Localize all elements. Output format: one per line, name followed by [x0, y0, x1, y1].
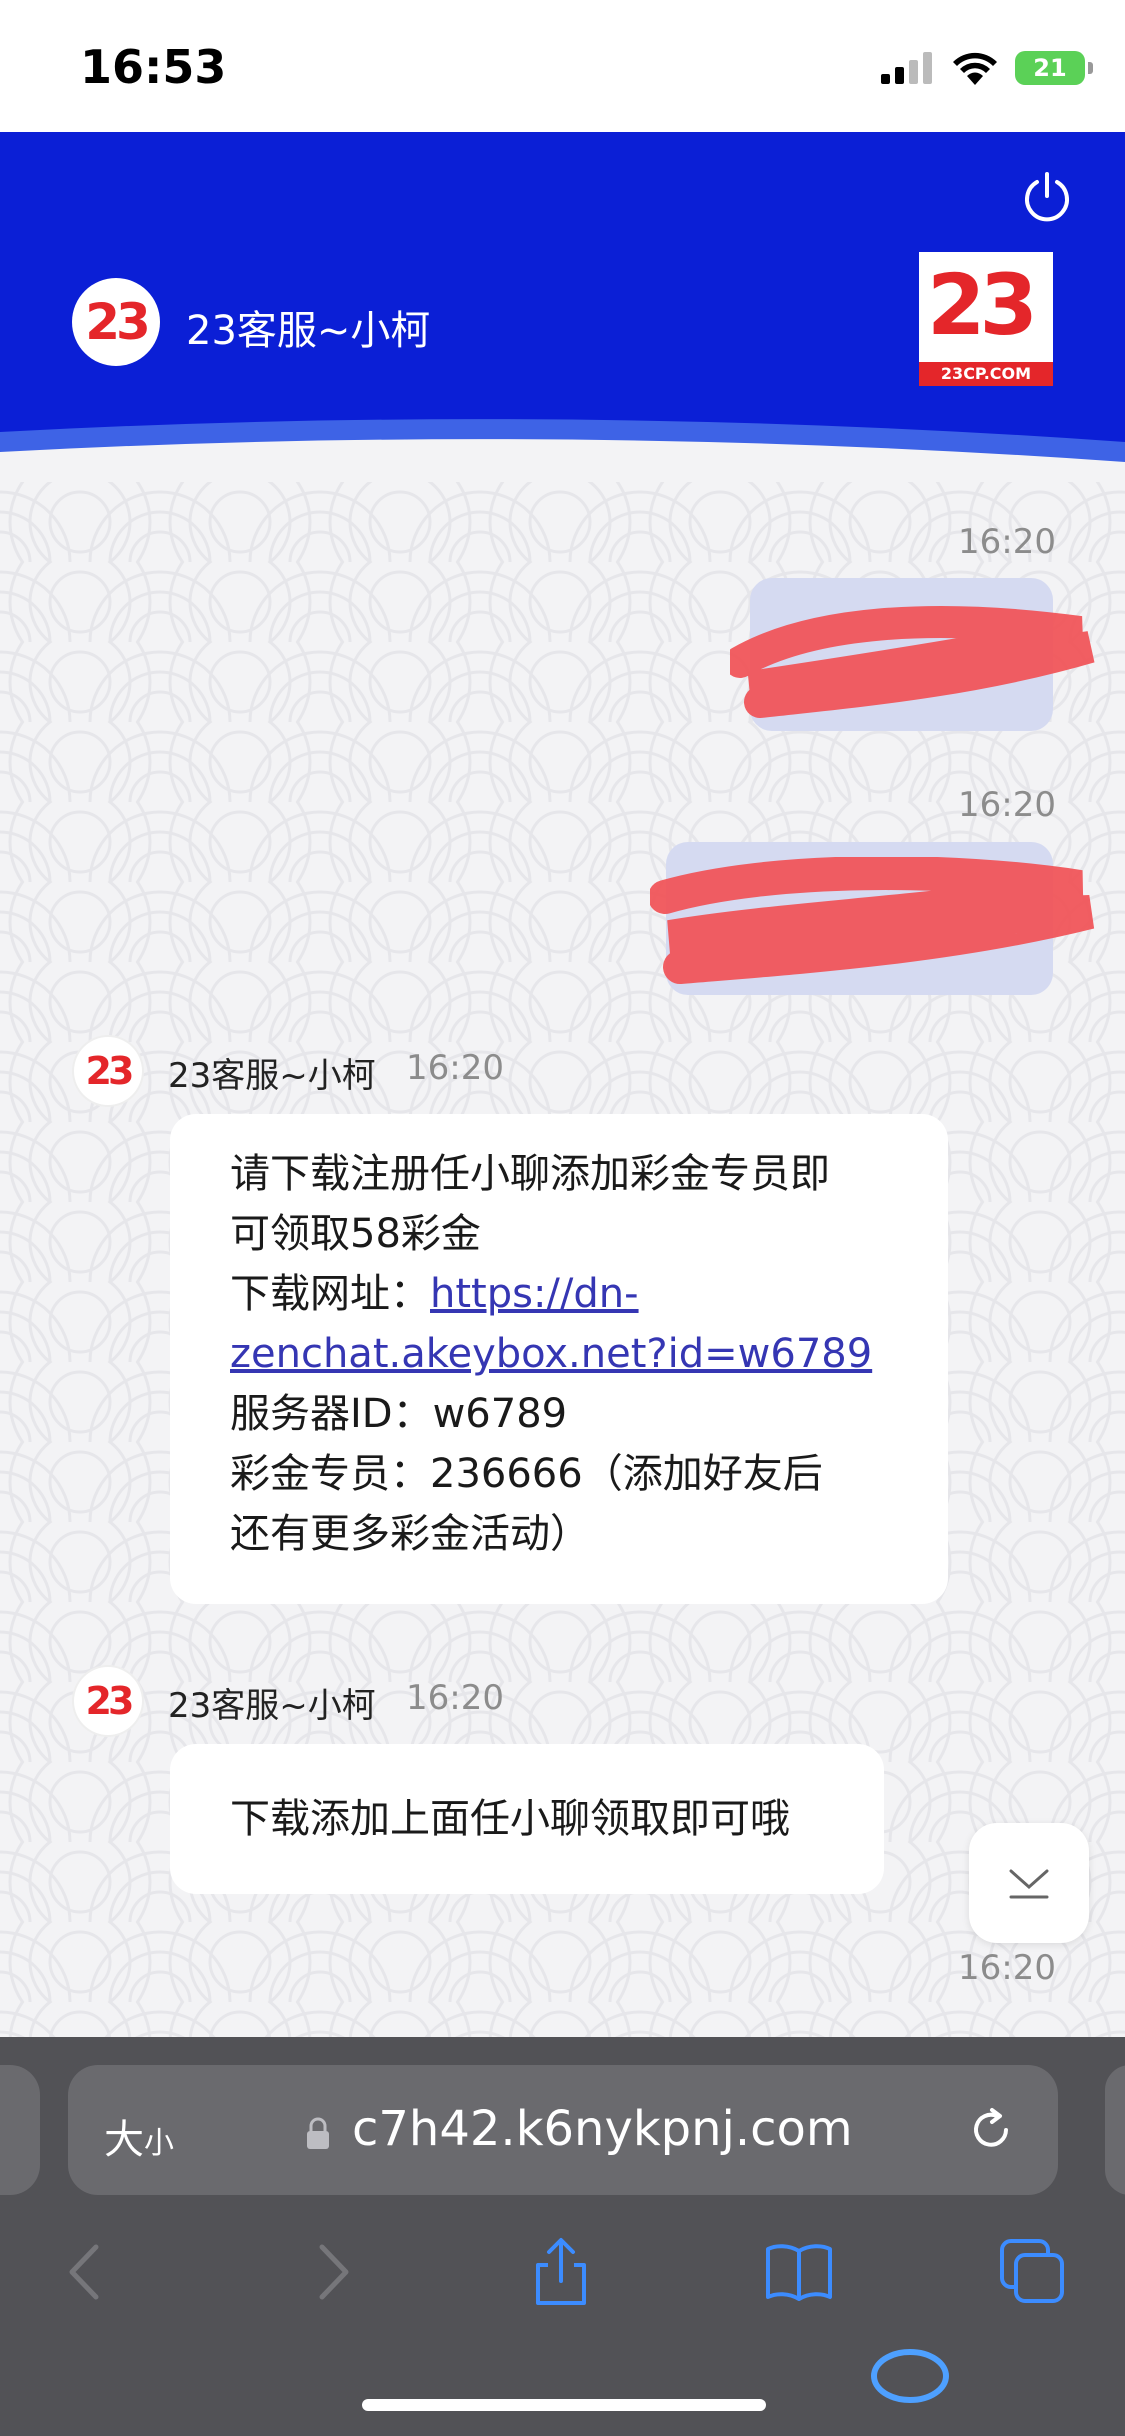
download-label: 下载网址： [230, 1271, 430, 1317]
avatar-logo-text: 23 [85, 1679, 135, 1723]
message-line: 可领取58彩金 [230, 1211, 481, 1257]
cellular-signal-icon [881, 52, 932, 84]
status-bar: 16:53 21 [0, 0, 1125, 132]
text-size-small: 小 [144, 2126, 174, 2161]
message-line: 服务器ID：w6789 [230, 1391, 568, 1437]
message-line: 还有更多彩金活动） [230, 1511, 590, 1557]
next-tab-edge[interactable] [1105, 2065, 1125, 2195]
message-line: 请下载注册任小聊添加彩金专员即 [230, 1151, 830, 1197]
watermark-logo [870, 2338, 1110, 2408]
previous-tab-edge[interactable] [0, 2065, 40, 2195]
status-time: 16:53 [80, 40, 227, 94]
incoming-message-bubble[interactable]: 请下载注册任小聊添加彩金专员即 可领取58彩金 下载网址：https://dn-… [170, 1114, 948, 1604]
power-icon[interactable] [1019, 168, 1075, 224]
chat-area[interactable]: 16:20 16:20 23 23客服~小柯 16:20 请下载注册任小聊添加彩… [0, 482, 1125, 2037]
message-time: 16:20 [958, 522, 1056, 562]
battery-level: 21 [1033, 54, 1067, 82]
avatar-logo-text: 23 [85, 293, 151, 351]
sender-name: 23客服~小柯 [168, 1056, 376, 1096]
message-text: 下载添加上面任小聊领取即可哦 [230, 1796, 790, 1842]
status-icons: 21 [881, 48, 1093, 88]
agent-avatar: 23 [72, 278, 160, 366]
redaction-scribble [650, 857, 1095, 984]
message-line: zenchat.akeybox.net?id=w6789 [230, 1324, 872, 1384]
header-wave [0, 419, 1125, 482]
chevron-down-icon [1009, 1869, 1049, 1899]
sender-name: 23客服~小柯 [168, 1686, 376, 1726]
message-time: 16:20 [406, 1048, 504, 1088]
brand-logo-domain: 23CP.COM [919, 362, 1053, 386]
wifi-icon [953, 52, 997, 85]
brand-logo-number: 23 [927, 256, 1038, 354]
message-time: 16:20 [406, 1678, 504, 1718]
agent-avatar: 23 [74, 1667, 142, 1735]
url-text[interactable]: c7h42.k6nykpnj.com [352, 2101, 853, 2157]
agent-avatar: 23 [74, 1037, 142, 1105]
text-size-button[interactable]: 大小 [104, 2107, 174, 2165]
text-size-big: 大 [104, 2117, 144, 2163]
message-time: 16:20 [958, 785, 1056, 825]
forward-icon[interactable] [296, 2237, 366, 2307]
battery-icon: 21 [1015, 51, 1093, 85]
home-indicator [362, 2399, 766, 2411]
redaction-scribble [730, 606, 1095, 718]
message-text: 请下载注册任小聊添加彩金专员即 可领取58彩金 下载网址：https://dn-… [230, 1144, 872, 1564]
share-icon[interactable] [526, 2237, 596, 2307]
brand-logo: 23 23CP.COM [919, 252, 1053, 386]
bookmarks-icon[interactable] [764, 2237, 834, 2307]
tabs-icon[interactable] [998, 2237, 1068, 2307]
chat-title: 23客服~小柯 [186, 308, 431, 354]
back-icon[interactable] [52, 2237, 122, 2307]
message-line: 下载网址：https://dn- [230, 1264, 872, 1324]
scroll-to-bottom-button[interactable] [969, 1823, 1089, 1943]
lock-icon [307, 2117, 329, 2149]
message-line: 彩金专员：236666（添加好友后 [230, 1451, 823, 1497]
avatar-logo-text: 23 [85, 1049, 135, 1093]
chat-header: 23 23客服~小柯 23 23CP.COM [0, 132, 1125, 482]
download-link-continued[interactable]: zenchat.akeybox.net?id=w6789 [230, 1331, 872, 1377]
incoming-message-bubble[interactable]: 下载添加上面任小聊领取即可哦 [170, 1744, 884, 1894]
reload-icon[interactable] [964, 2103, 1018, 2157]
download-link[interactable]: https://dn- [430, 1271, 639, 1317]
watermark-mark [871, 2349, 949, 2403]
message-time: 16:20 [958, 1948, 1056, 1988]
